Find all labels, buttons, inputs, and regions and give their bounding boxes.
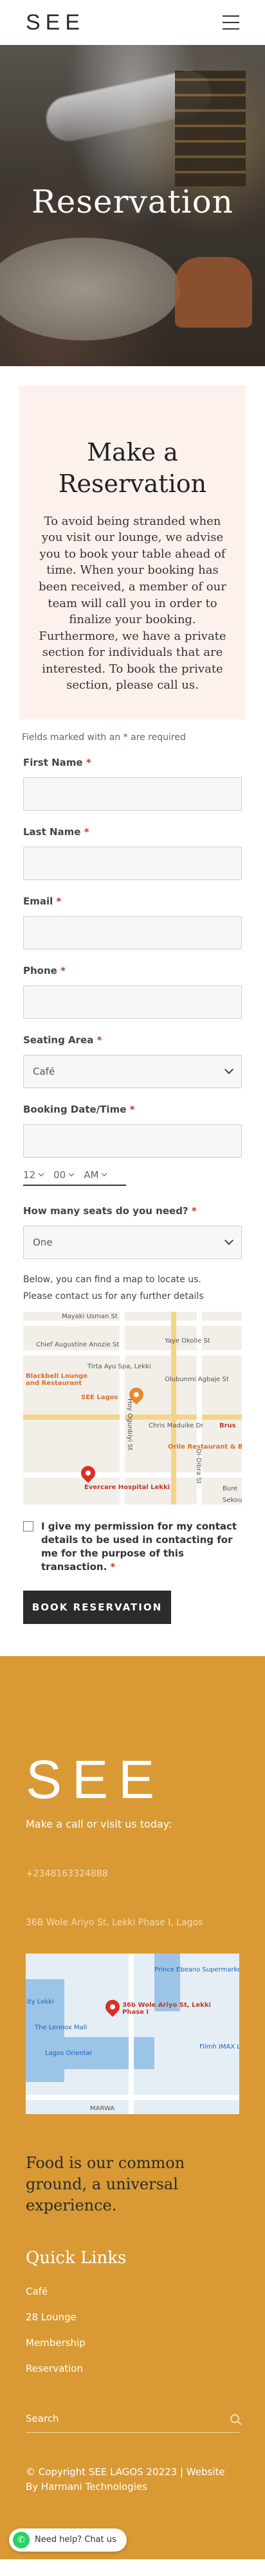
site-header: SEE <box>0 0 265 45</box>
map-label: Evercare Hospital Lekki <box>84 1483 170 1491</box>
phone-input[interactable] <box>23 985 242 1019</box>
seats-label: How many seats do you need? * <box>23 1204 197 1217</box>
reservation-form: Fields marked with an * are required Fir… <box>19 732 246 1624</box>
whatsapp-label: Need help? Chat us <box>35 2535 116 2545</box>
hero-title: Reservation <box>32 183 233 220</box>
footer-slogan: Food is our common ground, a universal e… <box>26 2153 185 2215</box>
contact-info: Please contact us for any further detail… <box>23 1291 204 1301</box>
consent-text: I give my permission for my contact deta… <box>41 1520 237 1573</box>
chevron-down-icon <box>224 1064 234 1074</box>
required-note-end: are required <box>131 732 186 743</box>
required-note: Fields marked with an * are required <box>22 732 186 743</box>
footer-address: 36B Wole Ariyo St, Lekki Phase I, Lagos <box>26 1917 203 1928</box>
site-logo[interactable]: SEE <box>26 10 85 35</box>
map-label: Hoy Ogunbiyi St <box>125 1398 133 1451</box>
map-label: Yaye Okolie St <box>165 1337 210 1345</box>
quick-links-title: Quick Links <box>26 2248 127 2268</box>
book-reservation-button[interactable]: BOOK RESERVATION <box>23 1590 171 1624</box>
required-note-start: Fields marked with an <box>22 732 121 743</box>
map-label: Blackbell Lounge and Restaurant <box>26 1372 88 1387</box>
chevron-down-icon <box>68 1170 75 1177</box>
location-pin-icon <box>102 1997 123 2017</box>
location-map[interactable]: Mayaki Usman St Chief Augustine Anozie S… <box>23 1311 242 1504</box>
hospital-pin-icon <box>78 1463 98 1483</box>
menu-icon[interactable] <box>223 15 239 30</box>
seats-select[interactable]: One <box>23 1225 242 1259</box>
map-label: SEE Lagos <box>81 1393 118 1401</box>
form-heading: Make a Reservation <box>58 438 207 498</box>
copyright: © Copyright SEE LAGOS 20223 | Website By… <box>26 2466 225 2493</box>
seats-value: One <box>33 1236 53 1248</box>
map-label: Orile Restaurant & Bar <box>168 1443 242 1451</box>
footer-map[interactable]: Prince Ebeano Supermarket ity Lekki 36b … <box>26 1953 239 2114</box>
whatsapp-chat-button[interactable]: ✆ Need help? Chat us <box>9 2528 127 2552</box>
seating-select[interactable]: Café <box>23 1054 242 1088</box>
ampm-select[interactable]: AM <box>84 1169 107 1181</box>
seating-value: Café <box>33 1065 55 1077</box>
chevron-down-icon <box>38 1170 44 1177</box>
whatsapp-icon: ✆ <box>13 2531 30 2548</box>
quick-link-membership[interactable]: Membership <box>26 2337 239 2349</box>
map-label: Bure <box>223 1485 238 1492</box>
minute-select[interactable]: 00 <box>53 1169 75 1181</box>
map-label: MARWA <box>90 2104 115 2112</box>
last-name-input[interactable] <box>23 846 242 880</box>
footer-logo[interactable]: SEE <box>26 1752 239 1806</box>
map-label: Brus <box>219 1422 236 1429</box>
site-footer: SEE Make a call or visit us today: +2348… <box>0 1655 265 2559</box>
reservation-card: Make a Reservation To avoid being strand… <box>19 385 246 719</box>
email-input[interactable] <box>23 915 242 949</box>
map-label: ity Lekki <box>27 1998 54 2006</box>
last-name-label: Last Name * <box>23 825 89 838</box>
search-input[interactable]: Search <box>26 2413 59 2424</box>
chevron-down-icon <box>224 1235 234 1245</box>
search-icon[interactable] <box>230 2414 239 2424</box>
map-label: Filmh IMAX Le <box>199 2043 239 2051</box>
map-label: Sekou <box>223 1496 242 1504</box>
footer-contact-heading: Make a call or visit us today: <box>26 1817 172 1830</box>
map-label: Olubunmi Agbaje St <box>165 1375 229 1383</box>
booking-time-picker: 12 00 AM <box>23 1169 126 1186</box>
first-name-input[interactable] <box>23 777 242 811</box>
map-label: Tirta Ayu Spa, Lekki <box>87 1363 151 1370</box>
booking-label: Booking Date/Time * <box>23 1103 135 1115</box>
quick-link-lounge[interactable]: 28 Lounge <box>26 2311 239 2323</box>
booking-date-input[interactable] <box>23 1124 242 1158</box>
map-label: Prince Ebeano Supermarket <box>154 1966 239 1973</box>
consent-row: I give my permission for my contact deta… <box>23 1520 242 1574</box>
map-label: Di-Dibra St <box>194 1448 202 1484</box>
hour-select[interactable]: 12 <box>23 1169 44 1181</box>
phone-label: Phone * <box>23 964 66 976</box>
map-label: Mayaki Usman St <box>62 1312 118 1320</box>
map-info: Below, you can find a map to locate us. <box>23 1274 201 1285</box>
chevron-down-icon <box>102 1170 107 1177</box>
hero-banner: Reservation <box>0 45 265 366</box>
map-label: Chief Augustine Anozie St <box>36 1341 120 1348</box>
email-label: Email * <box>23 895 62 907</box>
reservation-section: Make a Reservation To avoid being strand… <box>0 366 265 1656</box>
map-label: The Lennox Mall <box>35 2024 87 2031</box>
map-label: 36b Wole Ariyo St, Lekki Phase I <box>122 2001 211 2016</box>
consent-checkbox[interactable] <box>23 1521 33 1531</box>
first-name-label: First Name * <box>23 756 91 768</box>
map-label: Chris Maduike Dr <box>149 1422 204 1429</box>
seating-label: Seating Area * <box>23 1034 102 1046</box>
quick-link-cafe[interactable]: Café <box>26 2286 239 2297</box>
footer-search[interactable]: Search <box>26 2413 239 2433</box>
form-intro: To avoid being stranded when you visit o… <box>39 514 226 693</box>
footer-phone[interactable]: +2348163324888 <box>26 1869 239 1879</box>
map-label: Lagos Oriental <box>45 2049 92 2057</box>
quick-link-reservation[interactable]: Reservation <box>26 2363 239 2374</box>
